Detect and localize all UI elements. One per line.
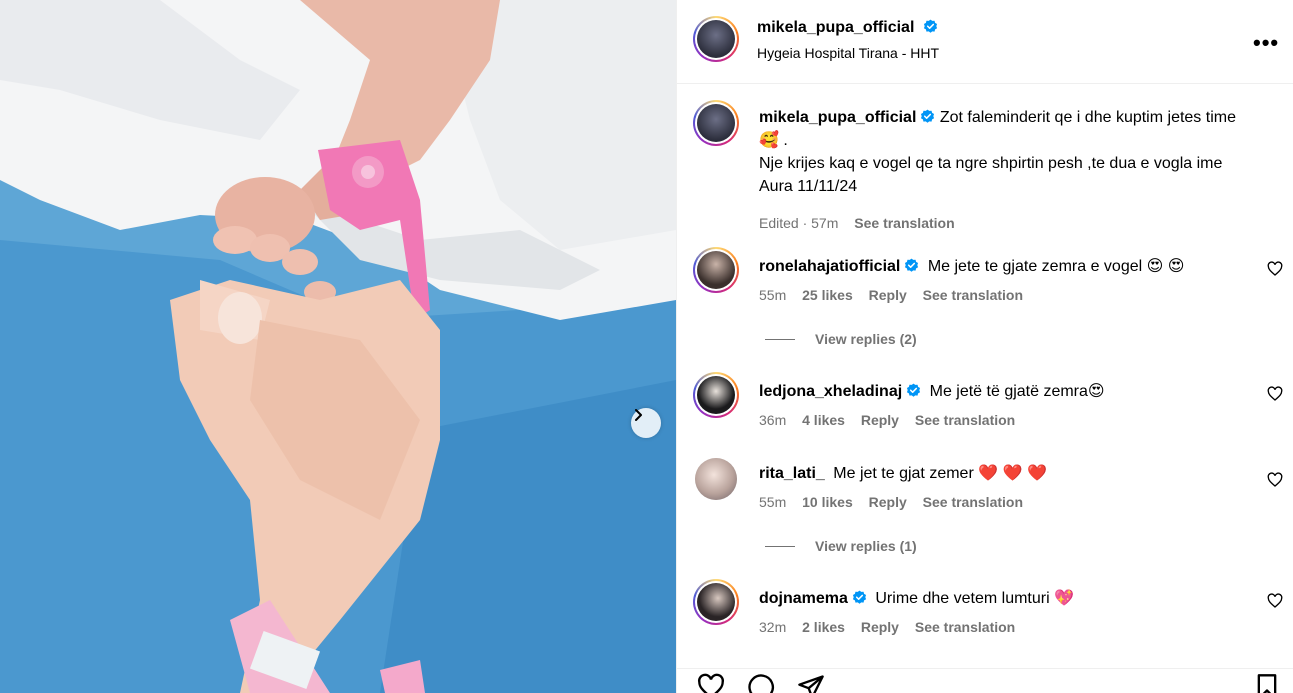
comment-username[interactable]: rita_lati_ <box>759 465 825 482</box>
comment-meta: 55m 25 likes Reply See translation <box>759 287 1035 303</box>
caption-username[interactable]: mikela_pupa_official <box>759 109 916 126</box>
verified-badge-icon <box>905 258 919 272</box>
comment-time: 55m <box>759 494 787 510</box>
comment-text: Me jete te gjate zemra e vogel 😍 😍 <box>927 258 1185 275</box>
chevron-right-icon <box>635 409 642 421</box>
post-media <box>0 0 676 693</box>
comment-likes[interactable]: 4 likes <box>802 412 845 428</box>
post-location[interactable]: Hygeia Hospital Tirana - HHT <box>757 45 939 61</box>
comment-reply-button[interactable]: Reply <box>861 619 899 635</box>
comment-likes[interactable]: 10 likes <box>802 494 853 510</box>
comment-reply-button[interactable]: Reply <box>869 494 907 510</box>
view-replies-label: View replies (1) <box>815 538 917 554</box>
comment-icon[interactable] <box>747 673 775 693</box>
verified-badge-icon <box>907 383 921 397</box>
share-icon[interactable] <box>797 673 825 693</box>
caption-meta: Edited · 57m See translation <box>759 212 1259 235</box>
replies-divider <box>765 338 795 340</box>
comment-text: Urime dhe vetem lumturi 💖 <box>875 590 1075 607</box>
heart-icon[interactable] <box>697 673 725 693</box>
view-replies-button[interactable]: View replies (1) <box>765 538 917 554</box>
comment-text-block: ledjona_xheladinaj Me jetë të gjatë zemr… <box>759 381 1249 403</box>
more-options-button[interactable]: ••• <box>1253 30 1279 56</box>
heart-icon[interactable] <box>1267 593 1283 609</box>
comment-meta: 55m 10 likes Reply See translation <box>759 494 1035 510</box>
view-replies-button[interactable]: View replies (2) <box>765 331 917 347</box>
comment-time: 36m <box>759 412 787 428</box>
comment-text-block: ronelahajatiofficial Me jete te gjate ze… <box>759 256 1249 278</box>
commenter-avatar[interactable] <box>693 579 739 625</box>
comment-username[interactable]: ledjona_xheladinaj <box>759 383 902 400</box>
verified-badge-icon <box>852 590 866 604</box>
comment-see-translation[interactable]: See translation <box>923 494 1023 510</box>
comment-see-translation[interactable]: See translation <box>915 412 1015 428</box>
verified-badge-icon <box>923 19 937 33</box>
commenter-avatar[interactable] <box>695 458 737 500</box>
comment-see-translation[interactable]: See translation <box>915 619 1015 635</box>
author-username[interactable]: mikela_pupa_official <box>757 19 914 36</box>
caption-line-2: Nje krijes kaq e vogel qe ta ngre shpirt… <box>759 155 1223 195</box>
comment-text-block: dojnamema Urime dhe vetem lumturi 💖 <box>759 588 1249 610</box>
caption-text-block: mikela_pupa_official Zot faleminderit qe… <box>759 106 1259 235</box>
view-replies-label: View replies (2) <box>815 331 917 347</box>
comment-username[interactable]: dojnamema <box>759 590 848 607</box>
comment-see-translation[interactable]: See translation <box>923 287 1023 303</box>
commenter-avatar[interactable] <box>693 247 739 293</box>
comment-meta: 32m 2 likes Reply See translation <box>759 619 1027 635</box>
comment-likes[interactable]: 25 likes <box>802 287 853 303</box>
heart-icon[interactable] <box>1267 386 1283 402</box>
comment-time: 32m <box>759 619 787 635</box>
comment-reply-button[interactable]: Reply <box>861 412 899 428</box>
post-photo <box>0 0 676 693</box>
comment-reply-button[interactable]: Reply <box>869 287 907 303</box>
caption-edited-time: Edited · 57m <box>759 215 839 231</box>
heart-icon[interactable] <box>1267 472 1283 488</box>
comment-text: Me jetë të gjatë zemra😍 <box>929 383 1105 400</box>
verified-badge-icon <box>921 109 935 123</box>
next-media-button[interactable] <box>631 408 661 438</box>
post-detail-panel: mikela_pupa_official Hygeia Hospital Tir… <box>676 0 1293 693</box>
post-header: mikela_pupa_official Hygeia Hospital Tir… <box>677 0 1293 84</box>
post-action-bar <box>677 668 1293 693</box>
caption-see-translation[interactable]: See translation <box>854 215 954 231</box>
comment-username[interactable]: ronelahajatiofficial <box>759 258 900 275</box>
comment-likes[interactable]: 2 likes <box>802 619 845 635</box>
bookmark-icon[interactable] <box>1253 673 1281 693</box>
author-avatar[interactable] <box>693 16 739 62</box>
comment-text: Me jet te gjat zemer ❤️ ❤️ ❤️ <box>833 465 1047 482</box>
comment-time: 55m <box>759 287 787 303</box>
comment-meta: 36m 4 likes Reply See translation <box>759 412 1027 428</box>
heart-icon[interactable] <box>1267 261 1283 277</box>
caption-author-avatar[interactable] <box>693 100 739 146</box>
commenter-avatar[interactable] <box>693 372 739 418</box>
comment-text-block: rita_lati_ Me jet te gjat zemer ❤️ ❤️ ❤️ <box>759 463 1249 485</box>
replies-divider <box>765 545 795 547</box>
